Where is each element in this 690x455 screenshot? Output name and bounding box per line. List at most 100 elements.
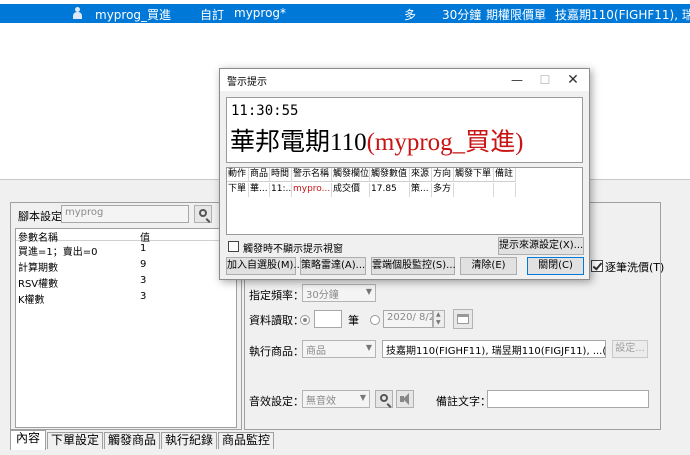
- chevron-down-icon: ▼: [359, 393, 366, 402]
- param-row[interactable]: 買進=1；賣出=0 1: [16, 242, 236, 258]
- clean-price-label: 逐筆洗價(T): [605, 261, 665, 274]
- exec-settings-button[interactable]: 設定...: [612, 340, 648, 358]
- sound-label: 音效設定：: [249, 395, 304, 408]
- col-trigger-order[interactable]: 觸發下單: [454, 168, 494, 182]
- hide-dialog-checkbox[interactable]: [228, 241, 239, 252]
- maximize-icon[interactable]: ☐: [531, 69, 559, 91]
- calendar-icon: [457, 314, 469, 324]
- param-value: 1: [140, 243, 147, 254]
- param-name: RSV權數: [18, 279, 59, 290]
- freq-select-value: 30分鐘: [306, 290, 339, 301]
- strategy-radar-button[interactable]: 策略雷達(A)...: [300, 257, 366, 275]
- sound-select[interactable]: 無音效 ▼: [302, 390, 370, 408]
- data-read-date-radio[interactable]: [370, 315, 380, 325]
- col-trigger-field[interactable]: 觸發欄位: [332, 168, 370, 182]
- param-table-header: 參數名稱 值: [16, 229, 236, 244]
- memo-label: 備註文字：: [436, 395, 491, 408]
- exec-products-field: 技嘉期110(FIGHF11), 瑞昱期110(FIGJF11), ...(共 …: [382, 340, 606, 358]
- add-watchlist-button[interactable]: 加入自選股(M)...: [226, 257, 303, 275]
- alert-banner: 11:30:55 華邦電期110(myprog_買進): [226, 97, 583, 163]
- col-time[interactable]: 時間: [270, 168, 292, 182]
- strategy-frequency: 30分鐘: [442, 8, 482, 22]
- col-source[interactable]: 來源: [410, 168, 432, 182]
- strategy-name: myprog_買進: [95, 8, 172, 22]
- param-value: 3: [140, 291, 147, 302]
- alert-grid: 動作 商品 時間 警示名稱 觸發欄位 觸發數值 來源 方向 觸發下單 備註 下單…: [226, 167, 583, 235]
- memo-input[interactable]: [487, 390, 649, 408]
- minimize-icon[interactable]: —: [503, 69, 531, 91]
- cell-action: 下單: [227, 183, 249, 197]
- script-search-button[interactable]: [194, 205, 212, 223]
- sound-play-button[interactable]: [396, 390, 414, 408]
- freq-label: 指定頻率：: [249, 289, 304, 302]
- exec-label: 執行商品：: [249, 345, 304, 358]
- cell-alert-name: mypro...: [292, 183, 332, 197]
- freq-select[interactable]: 30分鐘 ▼: [302, 284, 376, 302]
- chevron-down-icon: ▼: [365, 343, 372, 352]
- cell-trigger-order: [454, 183, 494, 197]
- param-value: 3: [140, 275, 147, 286]
- param-name: 計算期數: [18, 263, 58, 274]
- script-label: 腳本設定: [18, 210, 62, 223]
- tab-exec-log[interactable]: 執行紀錄: [161, 432, 217, 449]
- script-input[interactable]: myprog: [61, 205, 189, 223]
- data-read-count-radio[interactable]: [300, 315, 310, 325]
- col-action[interactable]: 動作: [227, 168, 249, 182]
- tab-order-settings[interactable]: 下單設定: [47, 432, 103, 449]
- alert-dialog: 警示提示 — ☐ ✕ 11:30:55 華邦電期110(myprog_買進) 動…: [219, 68, 590, 280]
- param-row[interactable]: 計算期數 9: [16, 258, 236, 274]
- strategy-direction: 多: [404, 8, 417, 22]
- param-table: 參數名稱 值 買進=1；賣出=0 1 計算期數 9 RSV權數 3 K權數 3: [15, 228, 237, 428]
- date-spinner[interactable]: ▲ ▼: [433, 310, 445, 328]
- close-icon[interactable]: ✕: [559, 69, 587, 91]
- alert-time: 11:30:55: [231, 103, 299, 119]
- strategy-program: myprog*: [234, 6, 287, 20]
- param-row[interactable]: RSV權數 3: [16, 274, 236, 290]
- exec-select[interactable]: 商品 ▼: [302, 340, 376, 358]
- spinner-down-icon: ▼: [436, 319, 441, 326]
- col-trigger-value[interactable]: 觸發數值: [370, 168, 410, 182]
- source-settings-button[interactable]: 提示來源設定(X)...: [498, 237, 584, 255]
- col-product[interactable]: 商品: [249, 168, 270, 182]
- cell-source: 策...: [410, 183, 432, 197]
- clear-button[interactable]: 清除(E): [460, 257, 517, 275]
- calendar-button[interactable]: [453, 309, 473, 329]
- tab-trigger-products[interactable]: 觸發商品: [104, 432, 160, 449]
- close-button[interactable]: 關閉(C): [527, 257, 584, 275]
- data-read-date-input[interactable]: 2020/ 8/20: [383, 310, 433, 328]
- cell-note: [494, 183, 516, 197]
- exec-select-value: 商品: [306, 346, 326, 357]
- spinner-up-icon: ▲: [436, 311, 441, 318]
- data-read-unit: 筆: [348, 314, 359, 327]
- strategy-order-type: 期權限價單: [486, 8, 547, 22]
- hide-dialog-label: 觸發時不顯示提示視窗: [243, 244, 343, 255]
- cell-trigger-value: 17.85: [370, 183, 410, 197]
- alert-headline: 華邦電期110(myprog_買進): [230, 122, 524, 158]
- tab-product-monitor[interactable]: 商品監控: [218, 432, 274, 449]
- dialog-titlebar[interactable]: 警示提示 — ☐ ✕: [220, 69, 589, 91]
- person-icon: [72, 7, 82, 19]
- col-direction[interactable]: 方向: [432, 168, 454, 182]
- tab-content[interactable]: 內容: [10, 430, 46, 450]
- col-note[interactable]: 備註: [494, 168, 516, 182]
- alert-strategy: (myprog_買進): [366, 129, 524, 156]
- cell-time: 11:...: [270, 183, 292, 197]
- cloud-monitor-button[interactable]: 雲端個股監控(S)...: [371, 257, 456, 275]
- data-read-label: 資料讀取：: [249, 314, 304, 327]
- param-value: 9: [140, 259, 147, 270]
- dialog-title: 警示提示: [227, 77, 267, 88]
- param-row[interactable]: K權數 3: [16, 290, 236, 306]
- search-icon: [199, 209, 207, 217]
- param-name: K權數: [18, 295, 45, 306]
- sound-preview-button[interactable]: [375, 390, 393, 408]
- cell-trigger-field: 成交價: [332, 183, 370, 197]
- col-alert-name[interactable]: 警示名稱: [292, 168, 332, 182]
- strategy-type: 自訂: [200, 8, 225, 22]
- alert-product: 華邦電期110: [230, 129, 367, 156]
- data-read-count-input[interactable]: [314, 310, 342, 328]
- cell-product: 華...: [249, 183, 270, 197]
- strategy-products: 技嘉期110(FIGHF11), 瑞昱: [555, 8, 690, 22]
- chevron-down-icon: ▼: [365, 287, 372, 296]
- strategy-row-selected[interactable]: myprog_買進 自訂 myprog* 多 30分鐘 期權限價單 技嘉期110…: [0, 4, 690, 23]
- clean-price-checkbox[interactable]: [591, 260, 603, 272]
